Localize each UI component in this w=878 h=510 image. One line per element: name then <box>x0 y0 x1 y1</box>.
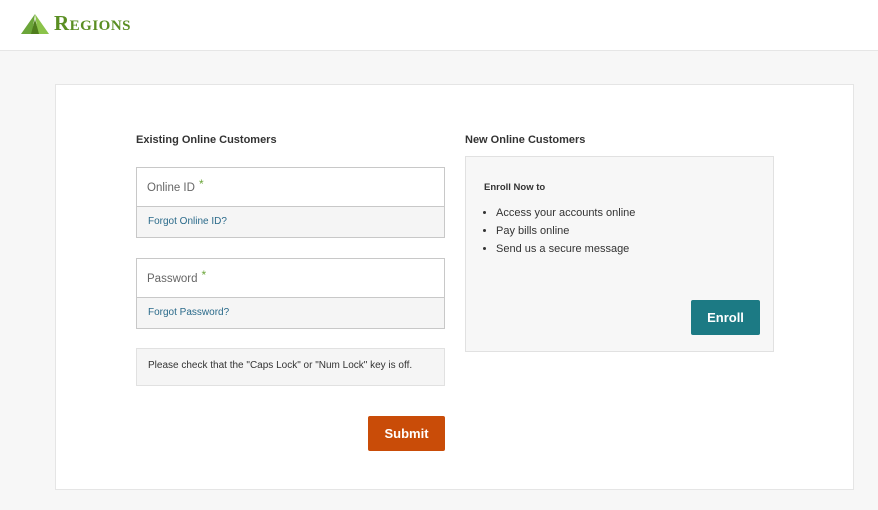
regions-logo[interactable]: Regions <box>20 11 131 36</box>
enroll-panel: Enroll Now to Access your accounts onlin… <box>465 156 774 352</box>
forgot-password-link[interactable]: Forgot Password? <box>148 307 229 318</box>
password-field: Password * Forgot Password? <box>136 258 445 329</box>
brand-name: Regions <box>54 11 132 35</box>
online-id-label: Online ID * <box>147 177 204 194</box>
list-item: Pay bills online <box>496 222 635 240</box>
online-id-field: Online ID * Forgot Online ID? <box>136 167 445 238</box>
login-card: Existing Online Customers Online ID * For… <box>55 84 854 490</box>
required-marker: * <box>201 268 207 282</box>
benefits-list: Access your accounts online Pay bills on… <box>484 204 635 258</box>
enroll-button[interactable]: Enroll <box>691 300 760 335</box>
site-header: Regions <box>0 0 878 51</box>
existing-customers-title: Existing Online Customers <box>136 134 277 146</box>
new-customers-title: New Online Customers <box>465 134 586 146</box>
list-item: Access your accounts online <box>496 204 635 222</box>
password-label: Password * <box>147 268 207 285</box>
regions-pyramid-icon <box>21 13 49 34</box>
enroll-heading: Enroll Now to <box>484 182 546 193</box>
forgot-online-id-link[interactable]: Forgot Online ID? <box>148 216 227 227</box>
required-marker: * <box>198 177 204 191</box>
online-id-input[interactable]: Online ID * <box>137 168 444 207</box>
submit-button[interactable]: Submit <box>368 416 445 451</box>
list-item: Send us a secure message <box>496 240 635 258</box>
caps-lock-notice: Please check that the "Caps Lock" or "Nu… <box>136 348 445 386</box>
password-input[interactable]: Password * <box>137 259 444 298</box>
